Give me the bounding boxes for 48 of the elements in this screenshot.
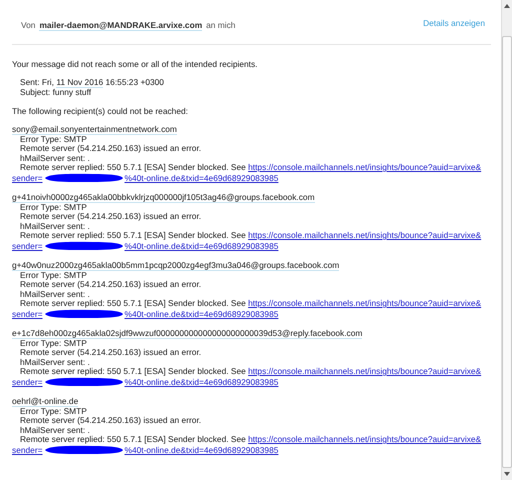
bounce-link[interactable]: sender= %40t-online.de&txid=4e69d68929083985: [12, 240, 278, 250]
recipient-address[interactable]: oehrl@t-online.de: [12, 396, 78, 407]
subject-text: Subject: funny stuff: [20, 88, 92, 97]
server-reply-text: Remote server replied: 550 5.7.1 [ESA] Sender blocked. See: [20, 434, 246, 444]
bounce-link[interactable]: sender= %40t-online.de&txid=4e69d68929083985: [12, 376, 278, 386]
bounce-link[interactable]: https://console.mailchannels.net/insights/bounce?auid=arvixe&: [248, 162, 482, 172]
bounce-link[interactable]: https://console.mailchannels.net/insights/bounce?auid=arvixe&: [248, 298, 482, 308]
error-type-text: Error Type: SMTP: [19, 406, 88, 416]
bounce-link[interactable]: https://console.mailchannels.net/insights/bounce?auid=arvixe&: [248, 230, 482, 240]
recipient-label: an mich: [206, 20, 236, 31]
error-type-text: Error Type: SMTP: [20, 134, 87, 144]
bounce-link[interactable]: sender= %40t-online.de&txid=4e69d68929083985: [12, 172, 278, 182]
remote-error-text: Remote server (54.214.250.163) issued an error.: [19, 212, 202, 222]
intro-text: Your message did not reach some or all of the intended recipients.: [12, 59, 259, 69]
hmail-sent-text: hMailServer sent: .: [19, 222, 90, 231]
recipient-address[interactable]: sony@email.sonyentertainmentnetwork.com: [12, 124, 177, 135]
server-reply-text: Remote server replied: 550 5.7.1 [ESA] Sender blocked. See: [20, 366, 246, 376]
error-type-text: Error Type: SMTP: [20, 338, 87, 348]
recipient-address[interactable]: g+41noivh0000zg465akla00bbkvklrjzq000000jf105t3ag46@groups.facebook.com: [12, 192, 315, 203]
bounce-link[interactable]: https://console.mailchannels.net/insights/bounce?auid=arvixe&: [248, 366, 482, 376]
scroll-up-icon[interactable]: [504, 4, 510, 8]
from-label: Von: [21, 20, 36, 31]
scrollbar[interactable]: [501, 0, 512, 480]
hmail-sent-text: hMailServer sent: .: [19, 426, 90, 435]
hmail-sent-text: hMailServer sent: .: [19, 358, 90, 367]
server-reply-text: Remote server replied: 550 5.7.1 [ESA] Sender blocked. See: [20, 298, 246, 308]
scroll-thumb[interactable]: [502, 36, 512, 468]
error-type-text: Error Type: SMTP: [20, 202, 87, 212]
bounce-link[interactable]: sender= %40t-online.de&txid=4e69d68929083985: [12, 308, 278, 318]
sent-label: Sent: Fri,: [20, 77, 54, 87]
bounce-link[interactable]: https://console.mailchannels.net/insights/bounce?auid=arvixe&: [248, 434, 482, 444]
sent-date[interactable]: 11 Nov 2016: [56, 77, 104, 88]
hmail-sent-text: hMailServer sent: .: [19, 154, 90, 163]
hmail-sent-text: hMailServer sent: .: [19, 290, 90, 299]
scroll-down-icon[interactable]: [504, 472, 510, 476]
failed-heading: The following recipient(s) could not be reached:: [12, 106, 189, 116]
bounce-link[interactable]: sender= %40t-online.de&txid=4e69d68929083985: [12, 444, 278, 454]
recipient-address[interactable]: g+40w0nuz2000zg465akla00b5mm1pcqp2000zg4egf3mu3a046@groups.facebook.com: [12, 260, 340, 271]
remote-error-text: Remote server (54.214.250.163) issued an error.: [19, 144, 202, 154]
remote-error-text: Remote server (54.214.250.163) issued an error.: [19, 416, 202, 426]
sender-address[interactable]: mailer-daemon@MANDRAKE.arvixe.com: [39, 20, 202, 31]
recipient-address[interactable]: e+1c7d8eh000zg465akla02sjdf9wwzuf000000000000000000000039d53@reply.facebook.com: [12, 328, 362, 339]
sent-time: 16:55:23 +0300: [106, 77, 164, 87]
remote-error-text: Remote server (54.214.250.163) issued an error.: [19, 280, 202, 290]
server-reply-text: Remote server replied: 550 5.7.1 [ESA] Sender blocked. See: [20, 230, 246, 240]
remote-error-text: Remote server (54.214.250.163) issued an error.: [19, 348, 202, 358]
error-type-text: Error Type: SMTP: [20, 270, 87, 280]
server-reply-text: Remote server replied: 550 5.7.1 [ESA] Sender blocked. See: [20, 162, 246, 172]
